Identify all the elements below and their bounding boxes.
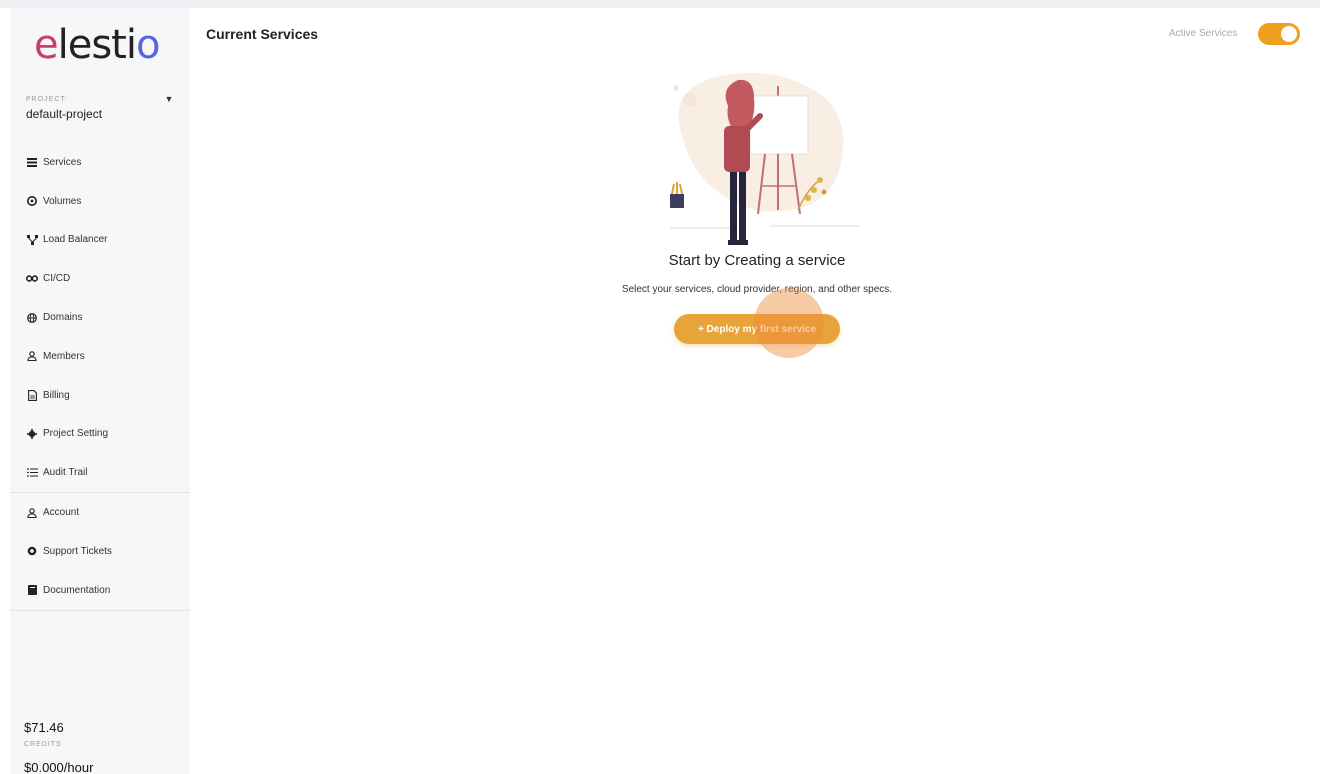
sidebar-item-label: CI/CD: [43, 273, 71, 285]
sidebar-item-support-tickets[interactable]: Support Tickets: [10, 532, 190, 571]
empty-state-title: Start by Creating a service: [668, 252, 846, 269]
empty-state-illustration: [670, 72, 860, 245]
gear-icon: [26, 428, 38, 440]
sidebar-item-billing[interactable]: Billing: [10, 376, 190, 415]
sidebar-item-domains[interactable]: Domains: [10, 298, 190, 337]
toggle-knob: [1281, 26, 1297, 42]
credits-label: CREDITS: [24, 741, 62, 748]
caret-down-icon[interactable]: ▼: [164, 94, 174, 104]
sidebar-item-label: Domains: [43, 312, 83, 324]
hourly-rate: $0.000/hour: [24, 760, 94, 774]
sidebar-item-project-setting[interactable]: Project Setting: [10, 415, 190, 454]
sidebar-item-account[interactable]: Account: [10, 493, 190, 532]
list-icon: [26, 156, 38, 168]
document-icon: [26, 389, 38, 401]
sidebar-item-label: Services: [43, 156, 82, 168]
deploy-first-service-button[interactable]: + Deploy my first service: [674, 314, 840, 344]
sidebar-item-label: Project Setting: [43, 428, 109, 440]
sidebar-item-label: Billing: [43, 389, 70, 401]
sidebar-item-label: Load Balancer: [43, 234, 108, 246]
empty-state-subtitle: Select your services, cloud provider, re…: [621, 284, 893, 295]
volume-icon: [26, 195, 38, 207]
network-icon: [26, 234, 38, 246]
app-window: elestio PROJECT: default-project ▼ Servi…: [0, 8, 1320, 774]
user-icon: [26, 350, 38, 362]
sidebar-item-label: Audit Trail: [43, 467, 88, 479]
sidebar-item-cicd[interactable]: CI/CD: [10, 259, 190, 298]
active-services-label: Active Services: [1169, 28, 1238, 39]
sidebar-item-volumes[interactable]: Volumes: [10, 182, 190, 221]
sidebar-item-audit-trail[interactable]: Audit Trail: [10, 453, 190, 492]
list-bullets-icon: [26, 467, 38, 479]
sidebar-item-label: Documentation: [43, 584, 111, 596]
credits-amount: $71.46: [24, 720, 64, 735]
infinity-icon: [26, 273, 38, 285]
book-icon: [26, 584, 38, 596]
support-icon: [26, 545, 38, 557]
sidebar-item-members[interactable]: Members: [10, 337, 190, 376]
user-icon: [26, 507, 38, 519]
sidebar-nav: Services Volumes Load Balancer CI/CD Dom…: [10, 143, 190, 611]
logo[interactable]: elestio: [34, 20, 160, 70]
sidebar: elestio PROJECT: default-project ▼ Servi…: [10, 8, 190, 774]
project-selector[interactable]: default-project: [26, 107, 102, 121]
active-services-toggle[interactable]: [1258, 23, 1300, 45]
globe-icon: [26, 312, 38, 324]
sidebar-item-label: Volumes: [43, 195, 82, 207]
page-title: Current Services: [206, 26, 319, 42]
sidebar-item-load-balancer[interactable]: Load Balancer: [10, 221, 190, 260]
sidebar-item-documentation[interactable]: Documentation: [10, 571, 190, 610]
sidebar-item-services[interactable]: Services: [10, 143, 190, 182]
sidebar-item-label: Account: [43, 507, 80, 519]
sidebar-item-label: Members: [43, 350, 85, 362]
sidebar-divider: [10, 609, 190, 611]
sidebar-item-label: Support Tickets: [43, 545, 112, 557]
project-label: PROJECT:: [26, 96, 68, 103]
